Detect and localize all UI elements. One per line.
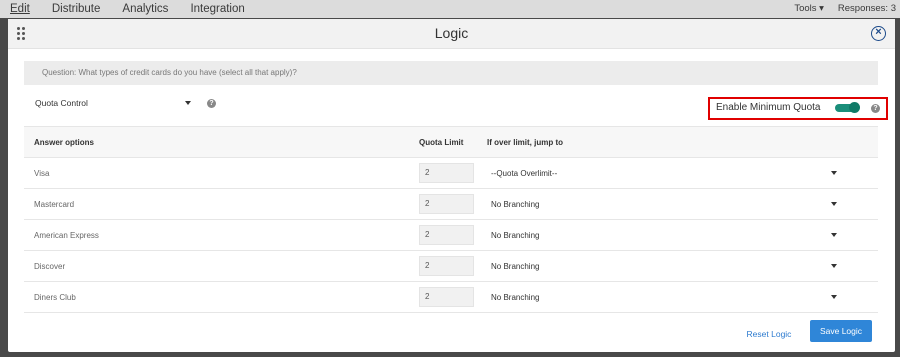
chevron-down-icon [831,294,837,299]
nav-edit[interactable]: Edit [10,1,30,17]
answer-options-table: Answer options Quota Limit If over limit… [24,126,878,313]
modal-header: Logic × [8,19,895,49]
jump-to-select[interactable]: --Quota Overlimit-- [487,169,837,178]
min-quota-highlight: Enable Minimum Quota ? [708,97,888,120]
question-text: Question: What types of credit cards do … [24,61,878,85]
nav-integration[interactable]: Integration [190,1,244,17]
responses-count[interactable]: Responses: 3 [838,0,896,17]
jump-to-value: No Branching [491,230,540,240]
help-icon[interactable]: ? [207,99,216,108]
top-nav: Edit Distribute Analytics Integration [0,1,267,17]
app-topbar: Edit Distribute Analytics Integration To… [0,0,900,18]
jump-to-value: No Branching [491,261,540,271]
chevron-down-icon [831,201,837,206]
close-icon[interactable]: × [871,26,886,41]
jump-to-value: No Branching [491,292,540,302]
quota-limit-input[interactable]: 2 [419,256,474,276]
quota-control-select[interactable]: Quota Control [35,98,191,110]
jump-to-value: --Quota Overlimit-- [491,168,558,178]
top-right: Tools ▾ Responses: 3 [794,0,896,17]
toggle-knob [849,102,860,113]
help-icon[interactable]: ? [871,104,880,113]
answer-label: American Express [24,219,419,251]
jump-to-select[interactable]: No Branching [487,200,837,209]
nav-distribute[interactable]: Distribute [52,1,101,17]
answer-label: Visa [24,157,419,189]
answer-label: Discover [24,250,419,282]
jump-to-select[interactable]: No Branching [487,293,837,302]
table-row: Discover 2 No Branching [24,250,878,282]
jump-to-select[interactable]: No Branching [487,262,837,271]
tools-menu[interactable]: Tools ▾ [794,0,824,17]
quota-limit-input[interactable]: 2 [419,287,474,307]
table-row: Visa 2 --Quota Overlimit-- [24,157,878,189]
table-header-row: Answer options Quota Limit If over limit… [24,126,878,158]
quota-limit-input[interactable]: 2 [419,163,474,183]
header-jump-to: If over limit, jump to [487,126,878,158]
chevron-down-icon [831,232,837,237]
jump-to-select[interactable]: No Branching [487,231,837,240]
modal-title: Logic [434,25,469,41]
header-answer-options: Answer options [24,126,419,158]
quota-limit-input[interactable]: 2 [419,194,474,214]
chevron-down-icon [831,170,837,175]
header-quota-limit: Quota Limit [419,126,487,158]
answer-label: Mastercard [24,188,419,220]
save-logic-button[interactable]: Save Logic [810,320,872,342]
quota-limit-input[interactable]: 2 [419,225,474,245]
reset-logic-button[interactable]: Reset Logic [743,327,795,341]
chevron-down-icon [185,101,191,105]
quota-control-label: Quota Control [35,98,88,108]
chevron-down-icon [831,263,837,268]
table-row: Diners Club 2 No Branching [24,281,878,313]
min-quota-label: Enable Minimum Quota [716,102,821,113]
table-row: American Express 2 No Branching [24,219,878,251]
min-quota-toggle[interactable] [835,102,860,113]
nav-analytics[interactable]: Analytics [122,1,168,17]
jump-to-value: No Branching [491,199,540,209]
table-row: Mastercard 2 No Branching [24,188,878,220]
logic-modal: Logic × Question: What types of credit c… [8,19,895,352]
answer-label: Diners Club [24,281,419,313]
